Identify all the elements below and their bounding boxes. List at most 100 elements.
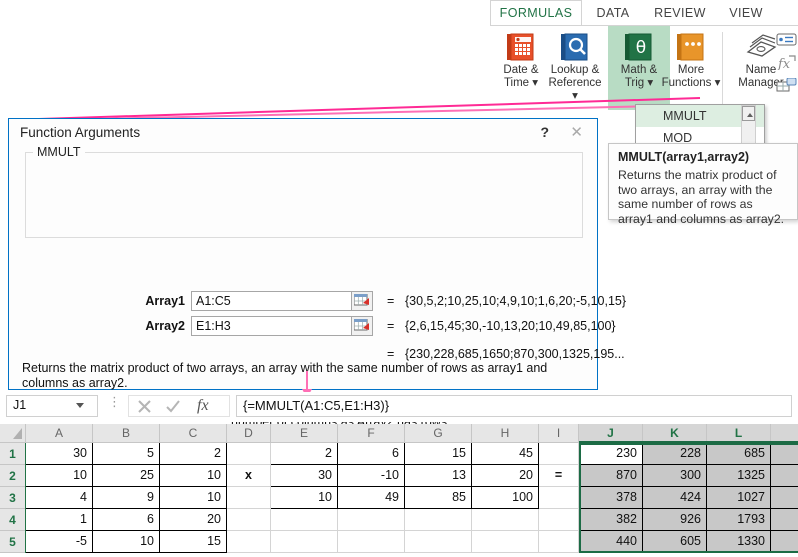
row-header-5[interactable]: 5 [0, 531, 26, 553]
cell-I5-bg[interactable] [539, 531, 579, 553]
cell-I3-bg[interactable] [539, 487, 579, 509]
cell-E2[interactable]: 30 [271, 465, 338, 487]
row-header-1[interactable]: 1 [0, 443, 26, 465]
cell-B2[interactable]: 25 [93, 465, 160, 487]
cell-J5[interactable]: 440 [579, 531, 643, 553]
cell-L1[interactable]: 685 [707, 443, 771, 465]
cell-B5[interactable]: 10 [93, 531, 160, 553]
ribbon-button-more[interactable]: MoreFunctions ▾ [660, 26, 722, 110]
use-in-formula-icon[interactable]: fx [776, 55, 796, 71]
select-all-corner[interactable] [0, 424, 26, 443]
row-header-3[interactable]: 3 [0, 487, 26, 509]
cell-I1-bg[interactable] [539, 443, 579, 465]
cell-G4-bg[interactable] [405, 509, 472, 531]
ribbon-tab-review[interactable]: REVIEW [644, 0, 716, 26]
confirm-check-icon[interactable] [165, 399, 181, 414]
cell-M4[interactable]: 2165 [771, 509, 798, 531]
cell-E1[interactable]: 2 [271, 443, 338, 465]
cell-A2[interactable]: 10 [26, 465, 93, 487]
cell-J1[interactable]: 230 [579, 443, 643, 465]
cell-H5-bg[interactable] [472, 531, 539, 553]
cancel-x-icon[interactable] [137, 399, 152, 414]
ribbon-tab-view[interactable]: VIEW [716, 0, 776, 26]
cell-D1-bg[interactable] [227, 443, 271, 465]
column-header-D[interactable]: D [227, 424, 271, 443]
cell-F5-bg[interactable] [338, 531, 405, 553]
array1-range-selector-icon[interactable] [351, 291, 373, 311]
ribbon-button-date[interactable]: Date &Time ▾ [490, 26, 552, 110]
cell-G1[interactable]: 15 [405, 443, 472, 465]
scroll-up-arrow[interactable] [742, 106, 755, 121]
cell-G2[interactable]: 13 [405, 465, 472, 487]
cell-F3[interactable]: 49 [338, 487, 405, 509]
column-header-C[interactable]: C [160, 424, 227, 443]
cell-F1[interactable]: 6 [338, 443, 405, 465]
cell-L4[interactable]: 1793 [707, 509, 771, 531]
close-icon[interactable]: ✕ [570, 123, 583, 141]
multiply-operator-cell[interactable]: x [227, 465, 271, 487]
cell-M3[interactable]: 1360 [771, 487, 798, 509]
cell-E4-bg[interactable] [271, 509, 338, 531]
cell-A4[interactable]: 1 [26, 509, 93, 531]
column-header-G[interactable]: G [405, 424, 472, 443]
cell-C3[interactable]: 10 [160, 487, 227, 509]
column-header-E[interactable]: E [271, 424, 338, 443]
column-header-H[interactable]: H [472, 424, 539, 443]
cell-A1[interactable]: 30 [26, 443, 93, 465]
ribbon-tab-formulas[interactable]: FORMULAS [490, 0, 582, 26]
cell-K3[interactable]: 424 [643, 487, 707, 509]
equals-operator-cell[interactable]: = [539, 465, 579, 487]
cell-K5[interactable]: 605 [643, 531, 707, 553]
cell-M2[interactable]: 1950 [771, 465, 798, 487]
cell-B4[interactable]: 6 [93, 509, 160, 531]
cell-B1[interactable]: 5 [93, 443, 160, 465]
insert-function-fx-icon[interactable]: fx [197, 397, 209, 415]
cell-G5-bg[interactable] [405, 531, 472, 553]
cell-M1[interactable]: 1650 [771, 443, 798, 465]
cell-J2[interactable]: 870 [579, 465, 643, 487]
cell-E3[interactable]: 10 [271, 487, 338, 509]
cell-A5[interactable]: -5 [26, 531, 93, 553]
cell-K2[interactable]: 300 [643, 465, 707, 487]
cell-D4-bg[interactable] [227, 509, 271, 531]
cell-F2[interactable]: -10 [338, 465, 405, 487]
cell-E5-bg[interactable] [271, 531, 338, 553]
cell-M5[interactable]: 1475 [771, 531, 798, 553]
cell-J3[interactable]: 378 [579, 487, 643, 509]
row-header-2[interactable]: 2 [0, 465, 26, 487]
cell-D5-bg[interactable] [227, 531, 271, 553]
cell-G3[interactable]: 85 [405, 487, 472, 509]
name-box[interactable]: J1 [6, 395, 98, 417]
ribbon-button-lookup[interactable]: Lookup &Reference ▾ [544, 26, 606, 110]
cell-L5[interactable]: 1330 [707, 531, 771, 553]
cell-K4[interactable]: 926 [643, 509, 707, 531]
formula-bar-more-dots[interactable]: ⋮ [108, 398, 121, 405]
cell-H3[interactable]: 100 [472, 487, 539, 509]
cell-C2[interactable]: 10 [160, 465, 227, 487]
cell-C1[interactable]: 2 [160, 443, 227, 465]
name-box-dropdown-icon[interactable] [76, 403, 84, 408]
cell-D3-bg[interactable] [227, 487, 271, 509]
array1-input[interactable]: A1:C5 [191, 291, 373, 311]
cell-F4-bg[interactable] [338, 509, 405, 531]
define-name-icon[interactable] [776, 32, 796, 48]
cell-C4[interactable]: 20 [160, 509, 227, 531]
formula-input[interactable]: {=MMULT(A1:C5,E1:H3)} [236, 395, 792, 417]
cell-L2[interactable]: 1325 [707, 465, 771, 487]
cell-H2[interactable]: 20 [472, 465, 539, 487]
cell-H1[interactable]: 45 [472, 443, 539, 465]
cell-I4-bg[interactable] [539, 509, 579, 531]
create-from-selection-icon[interactable] [776, 78, 796, 94]
cell-C5[interactable]: 15 [160, 531, 227, 553]
array2-range-selector-icon[interactable] [351, 316, 373, 336]
cell-A3[interactable]: 4 [26, 487, 93, 509]
cell-B3[interactable]: 9 [93, 487, 160, 509]
row-header-4[interactable]: 4 [0, 509, 26, 531]
help-icon[interactable]: ? [540, 124, 549, 140]
cell-K1[interactable]: 228 [643, 443, 707, 465]
column-header-A[interactable]: A [26, 424, 93, 443]
column-header-B[interactable]: B [93, 424, 160, 443]
cell-L3[interactable]: 1027 [707, 487, 771, 509]
column-header-F[interactable]: F [338, 424, 405, 443]
array2-input[interactable]: E1:H3 [191, 316, 373, 336]
